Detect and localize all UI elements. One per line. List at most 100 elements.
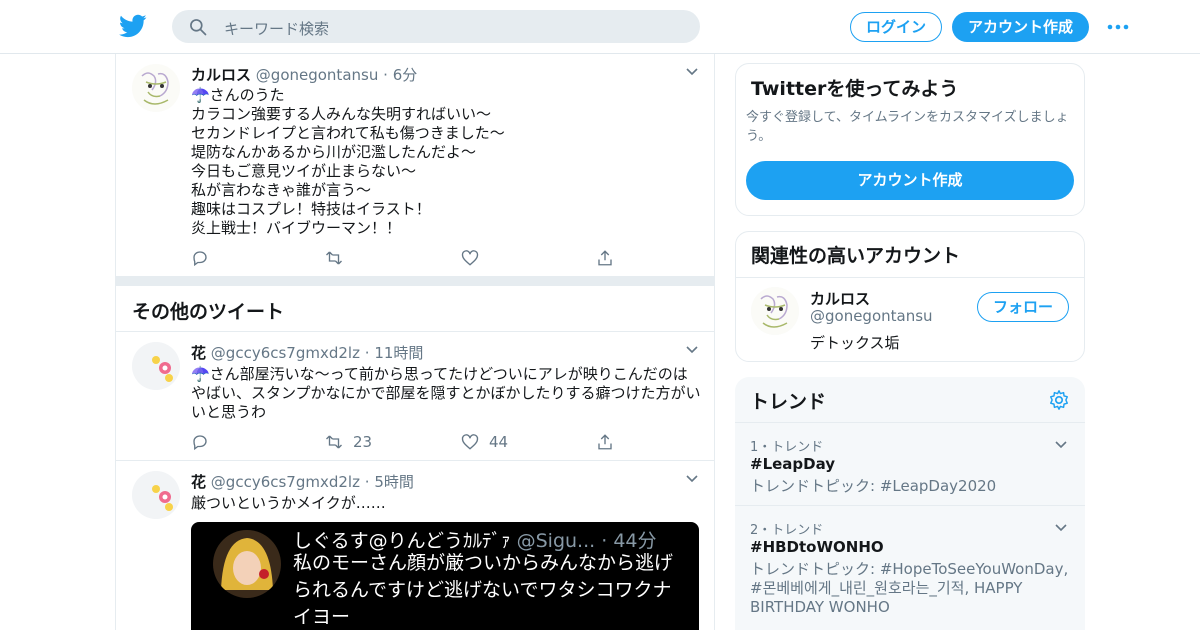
trend-name[interactable]: #HBDtoWONHO <box>750 538 884 556</box>
timeline-column: カルロス @gonegontansu · 6分 ☂️さんのうた カラコン強要する… <box>115 54 715 630</box>
reply-icon <box>193 251 207 267</box>
tweet-text: 厳ついというかメイクが…… <box>191 494 386 512</box>
trends-title: トレンド <box>750 391 827 413</box>
tweet-line: ☂️さんのうた <box>191 86 285 104</box>
reply-button[interactable] <box>191 248 209 268</box>
share-button[interactable] <box>596 432 614 452</box>
avatar[interactable] <box>751 287 799 335</box>
trend-item[interactable]: 2・トレンド #HBDtoWONHO トレンドトピック: #HopeToSeeY… <box>735 505 1085 629</box>
tweet[interactable]: 花 @gccy6cs7gmxd2lz · 5時間 厳ついというかメイクが…… し… <box>116 461 714 630</box>
tweet-text: ☂️さん部屋汚いな〜って前から思ってたけどついにアレが映りこんだのはやばい、スタ… <box>191 365 701 421</box>
tweet-line: 私が言わなきゃ誰が言う〜 <box>191 181 372 199</box>
search-icon <box>190 19 207 36</box>
embedded-image[interactable]: しぐるす@りんどうｶﾙﾃﾞｧ @Sigu... · 44分 私のモーさん顔が厳つ… <box>191 522 699 630</box>
tweet-author-name[interactable]: 花 <box>191 473 206 491</box>
retweet-icon <box>326 251 342 265</box>
tweet-header: 花 @gccy6cs7gmxd2lz · 5時間 <box>191 471 414 492</box>
signup-card: Twitterを使ってみよう 今すぐ登録して、タイムラインをカスタマイズしましょ… <box>735 63 1085 216</box>
tweet-actions: 23 44 <box>191 432 621 452</box>
tweet-line: セカンドレイプと言われて私も傷つきました〜 <box>191 124 505 142</box>
trend-rank: 1・トレンド <box>750 440 824 455</box>
avatar[interactable] <box>132 471 180 519</box>
tweet-actions <box>191 248 621 268</box>
tweet-header: カルロス @gonegontansu · 6分 <box>191 64 417 85</box>
tweet-author-name[interactable]: 花 <box>191 344 206 362</box>
divider <box>736 277 1084 278</box>
signup-card-title: Twitterを使ってみよう <box>751 78 959 100</box>
trend-name[interactable]: #LeapDay <box>750 455 835 473</box>
tweet-header: 花 @gccy6cs7gmxd2lz · 11時間 <box>191 342 423 363</box>
like-count: 44 <box>489 433 509 451</box>
section-title: その他のツイート <box>132 301 285 323</box>
signup-button[interactable]: アカウント作成 <box>952 12 1089 42</box>
flower-avatar-icon <box>132 471 180 519</box>
tweet-author-name[interactable]: カルロス <box>191 66 251 84</box>
embedded-header: しぐるす@りんどうｶﾙﾃﾞｧ @Sigu... · 44分 <box>293 526 657 553</box>
avatar-drawing-icon <box>132 64 180 112</box>
like-button[interactable] <box>461 248 479 268</box>
gear-icon[interactable] <box>1048 389 1070 411</box>
tweet-author-handle[interactable]: @gccy6cs7gmxd2lz <box>211 473 360 491</box>
related-account-handle[interactable]: @gonegontansu <box>810 307 933 325</box>
login-button[interactable]: ログイン <box>850 12 942 42</box>
twitter-bird-icon[interactable] <box>119 12 147 40</box>
top-bar: キーワード検索 ログイン アカウント作成 <box>0 0 1200 54</box>
trend-description: トレンドトピック: #LeapDay2020 <box>750 477 997 495</box>
tweet-time[interactable]: 5時間 <box>374 473 414 491</box>
chevron-down-icon[interactable] <box>684 471 700 487</box>
tweet-author-handle[interactable]: @gccy6cs7gmxd2lz <box>211 344 360 362</box>
avatar[interactable] <box>132 64 180 112</box>
like-button[interactable]: 44 <box>461 432 508 452</box>
heart-icon <box>461 250 479 266</box>
avatar[interactable] <box>132 342 180 390</box>
tweet-line: 堤防なんかあるから川が氾濫したんだよ〜 <box>191 143 477 161</box>
chevron-down-icon[interactable] <box>1053 520 1069 536</box>
tweet-time[interactable]: 6分 <box>393 66 418 84</box>
separator-dot: · <box>364 473 370 491</box>
separator-dot: · <box>364 344 370 362</box>
separator-dot: · <box>601 530 608 552</box>
follow-button[interactable]: フォロー <box>977 292 1069 322</box>
trend-item[interactable]: 1・トレンド #LeapDay トレンドトピック: #LeapDay2020 <box>735 422 1085 505</box>
retweet-count: 23 <box>353 433 373 451</box>
tweet-line: 炎上戦士！バイブウーマン！！ <box>191 219 402 237</box>
chevron-down-icon[interactable] <box>684 342 700 358</box>
embedded-avatar <box>213 530 281 598</box>
related-account-bio: デトックス垢 <box>810 334 900 352</box>
embedded-text: 私のモーさん顔が厳ついからみんなから逃げられるんですけど逃げないでワタシコワクナ… <box>293 552 674 628</box>
flower-avatar-icon <box>132 342 180 390</box>
tweet-author-handle[interactable]: @gonegontansu <box>256 66 379 84</box>
share-icon <box>598 434 612 450</box>
retweet-button[interactable]: 23 <box>325 432 372 452</box>
trend-rank: 2・トレンド <box>750 523 824 538</box>
retweet-button[interactable] <box>325 248 343 268</box>
reply-button[interactable] <box>191 432 209 452</box>
retweet-icon <box>326 435 342 449</box>
embedded-author-name: しぐるす@りんどうｶﾙﾃﾞｧ <box>293 530 511 552</box>
search-placeholder: キーワード検索 <box>224 20 330 38</box>
reply-icon <box>193 435 207 451</box>
more-icon[interactable] <box>1106 18 1130 36</box>
tweet-text: ☂️さんのうた カラコン強要する人みんな失明すればいい〜 セカンドレイプと言われ… <box>191 86 701 238</box>
embedded-author-handle: @Sigu... <box>516 530 596 552</box>
avatar-drawing-icon <box>751 287 799 335</box>
related-account-name[interactable]: カルロス <box>810 288 870 309</box>
related-accounts-card: 関連性の高いアカウント カルロス @gonegontansu デトックス垢 フォ… <box>735 231 1085 362</box>
trend-description: トレンドトピック: #HopeToSeeYouWonDay, #몬베베에게_내린… <box>750 560 1069 616</box>
signup-card-button[interactable]: アカウント作成 <box>746 161 1074 200</box>
tweet[interactable]: 花 @gccy6cs7gmxd2lz · 11時間 ☂️さん部屋汚いな〜って前か… <box>116 332 714 460</box>
tweet[interactable]: カルロス @gonegontansu · 6分 ☂️さんのうた カラコン強要する… <box>116 54 714 276</box>
separator-dot: · <box>383 66 388 84</box>
search-input[interactable]: キーワード検索 <box>172 10 700 43</box>
chevron-down-icon[interactable] <box>684 64 700 80</box>
tweet-line: 今日もご意見ツイが止まらない〜 <box>191 162 417 180</box>
signup-card-subtitle: 今すぐ登録して、タイムラインをカスタマイズしましょう。 <box>746 110 1069 144</box>
trends-card: トレンド 1・トレンド #LeapDay トレンドトピック: #LeapDay2… <box>735 377 1085 630</box>
related-accounts-title: 関連性の高いアカウント <box>751 245 961 267</box>
tweet-time[interactable]: 11時間 <box>374 344 423 362</box>
tweet-line: 趣味はコスプレ！特技はイラスト！ <box>191 200 431 218</box>
share-button[interactable] <box>596 248 614 268</box>
chevron-down-icon[interactable] <box>1053 437 1069 453</box>
heart-icon <box>461 434 479 450</box>
cosplay-avatar-icon <box>213 530 281 598</box>
